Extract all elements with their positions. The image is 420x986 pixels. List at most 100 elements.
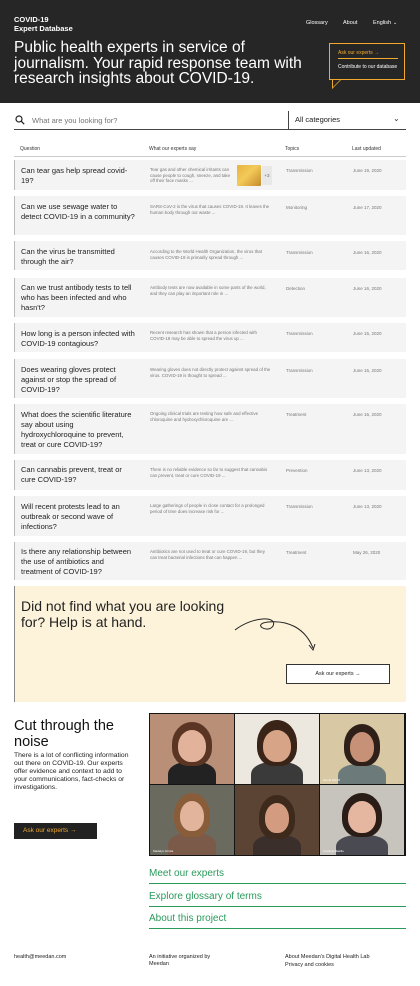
help-section: Did not find what you are looking for? H…: [14, 586, 406, 702]
row-date: June 15, 2020: [353, 368, 382, 373]
cut-ask-experts-button[interactable]: Ask our experts →: [14, 823, 97, 839]
row-answer: According to the World Health Organizati…: [150, 249, 262, 260]
row-topic: Transmission: [286, 250, 313, 255]
search-icon: [15, 115, 25, 125]
column-header-topics: Topics: [285, 146, 300, 152]
row-date: June 17, 2020: [353, 205, 382, 210]
about-project-link[interactable]: About this project: [149, 913, 406, 924]
logo-line-2: Expert Database: [14, 24, 73, 33]
experts-video-grid: Jenna Shroff Madelyn Hirota Carolina Bas…: [149, 713, 406, 856]
table-row[interactable]: Can we use sewage water to detect COVID-…: [14, 196, 406, 235]
row-question: Does wearing gloves protect against or s…: [21, 365, 117, 394]
row-date: June 15, 2020: [353, 331, 382, 336]
row-question: How long is a person infected with COVID…: [21, 329, 135, 348]
hero-headline: Public health experts in service of jour…: [14, 39, 302, 87]
row-topic: Transmission: [286, 168, 313, 173]
table-row[interactable]: Is there any relationship between the us…: [14, 542, 406, 580]
meet-experts-link[interactable]: Meet our experts: [149, 868, 406, 879]
link-underline: [149, 883, 406, 884]
table-row[interactable]: How long is a person infected with COVID…: [14, 323, 406, 352]
row-answer: Tear gas and other chemical irritants ca…: [150, 167, 231, 184]
table-row[interactable]: Can tear gas help spread covid-19? Tear …: [14, 160, 406, 190]
row-question: Will recent protests lead to an outbreak…: [21, 502, 120, 531]
contribute-link[interactable]: Contribute to our database: [338, 64, 398, 70]
ask-experts-link[interactable]: Ask our experts →: [338, 50, 379, 56]
row-question: What does the scientific literature say …: [21, 410, 132, 449]
row-date: June 13, 2020: [353, 468, 382, 473]
cut-through-body: There is a lot of conflicting informatio…: [14, 752, 129, 792]
category-select[interactable]: All categories: [295, 115, 340, 124]
media-thumbnail[interactable]: [237, 165, 261, 186]
footer-initiative-text: An initiative organized by Meedan: [149, 954, 211, 967]
row-topic: Transmission: [286, 504, 313, 509]
table-row[interactable]: Will recent protests lead to an outbreak…: [14, 496, 406, 536]
row-date: June 19, 2020: [353, 168, 382, 173]
expert-video-tile: [235, 714, 319, 784]
row-answer: There is no reliable evidence so far to …: [150, 467, 268, 478]
help-title: Did not find what you are looking for? H…: [21, 598, 225, 630]
row-topic: Transmission: [286, 368, 313, 373]
row-answer: Wearing gloves does not directly protect…: [150, 367, 271, 378]
row-answer: SARS-CoV-2 is the virus that causes COVI…: [150, 204, 270, 215]
search-input[interactable]: [32, 113, 272, 127]
footer-privacy-link[interactable]: Privacy and cookies: [285, 962, 334, 969]
help-ask-experts-button[interactable]: Ask our experts →: [286, 664, 390, 684]
site-logo[interactable]: COVID-19 Expert Database: [14, 15, 73, 33]
row-date: June 15, 2020: [353, 412, 382, 417]
language-label: English: [373, 20, 392, 26]
row-date: June 13, 2020: [353, 504, 382, 509]
row-question: Can cannabis prevent, treat or cure COVI…: [21, 465, 122, 484]
video-caption: Madelyn Hirota: [153, 849, 174, 853]
table-row[interactable]: Can the virus be transmitted through the…: [14, 241, 406, 270]
table-row[interactable]: Does wearing gloves protect against or s…: [14, 359, 406, 398]
row-question: Can tear gas help spread covid-19?: [21, 166, 128, 185]
column-header-question: Question: [20, 146, 41, 152]
expert-video-tile: [150, 714, 234, 784]
search-separator: [288, 111, 289, 129]
table-row[interactable]: What does the scientific literature say …: [14, 404, 406, 454]
row-question: Is there any relationship between the us…: [21, 547, 132, 576]
nav-about-link[interactable]: About: [343, 20, 357, 26]
link-underline: [149, 906, 406, 907]
table-header-divider: [14, 156, 406, 157]
video-caption: Carolina Basilio: [323, 849, 344, 853]
ask-experts-label: Ask our experts: [338, 50, 373, 56]
row-answer: Recent research has shown that a person …: [150, 330, 257, 341]
row-answer: Antibody tests are now available in some…: [150, 285, 266, 296]
video-caption: Jenna Shroff: [323, 778, 340, 782]
column-header-date: Last updated: [352, 146, 381, 152]
curved-arrow-icon: [234, 618, 316, 652]
media-count-badge: +3: [262, 166, 272, 185]
chevron-down-icon[interactable]: ⌄: [393, 114, 400, 123]
footer-about-lab-link[interactable]: About Meedan's Digital Health Lab: [285, 954, 370, 961]
row-question: Can we use sewage water to detect COVID-…: [21, 202, 135, 221]
logo-line-1: COVID-19: [14, 15, 49, 24]
row-topic: Detection: [286, 286, 306, 291]
arrow-right-icon: →: [374, 50, 380, 56]
row-topic: Treatment: [286, 550, 307, 555]
expert-video-tile: Madelyn Hirota: [150, 785, 234, 855]
row-date: June 16, 2020: [353, 286, 382, 291]
explore-glossary-link[interactable]: Explore glossary of terms: [149, 891, 406, 902]
hero-header: COVID-19 Expert Database Glossary About …: [0, 0, 420, 103]
table-row[interactable]: Can we trust antibody tests to tell who …: [14, 278, 406, 317]
language-selector[interactable]: English ⌄: [373, 20, 397, 26]
search-underline: [14, 129, 406, 130]
row-question: Can we trust antibody tests to tell who …: [21, 283, 132, 312]
expert-video-tile: Carolina Basilio: [320, 785, 404, 855]
row-topic: Treatment: [286, 412, 307, 417]
cut-through-title: Cut through the noise: [14, 718, 114, 750]
row-topic: Prevention: [286, 468, 308, 473]
table-row[interactable]: Can cannabis prevent, treat or cure COVI…: [14, 460, 406, 490]
column-header-answer: What our experts say: [149, 146, 197, 152]
row-date: June 16, 2020: [353, 250, 382, 255]
expert-video-tile: Jenna Shroff: [320, 714, 404, 784]
footer-email-link[interactable]: health@meedan.com: [14, 954, 66, 961]
nav-glossary-link[interactable]: Glossary: [306, 20, 328, 26]
row-question: Can the virus be transmitted through the…: [21, 247, 115, 266]
row-date: May 26, 2020: [353, 550, 381, 555]
expert-video-tile: [235, 785, 319, 855]
row-topic: Monitoring: [286, 205, 308, 210]
cta-divider: [338, 58, 398, 59]
row-topic: Transmission: [286, 331, 313, 336]
